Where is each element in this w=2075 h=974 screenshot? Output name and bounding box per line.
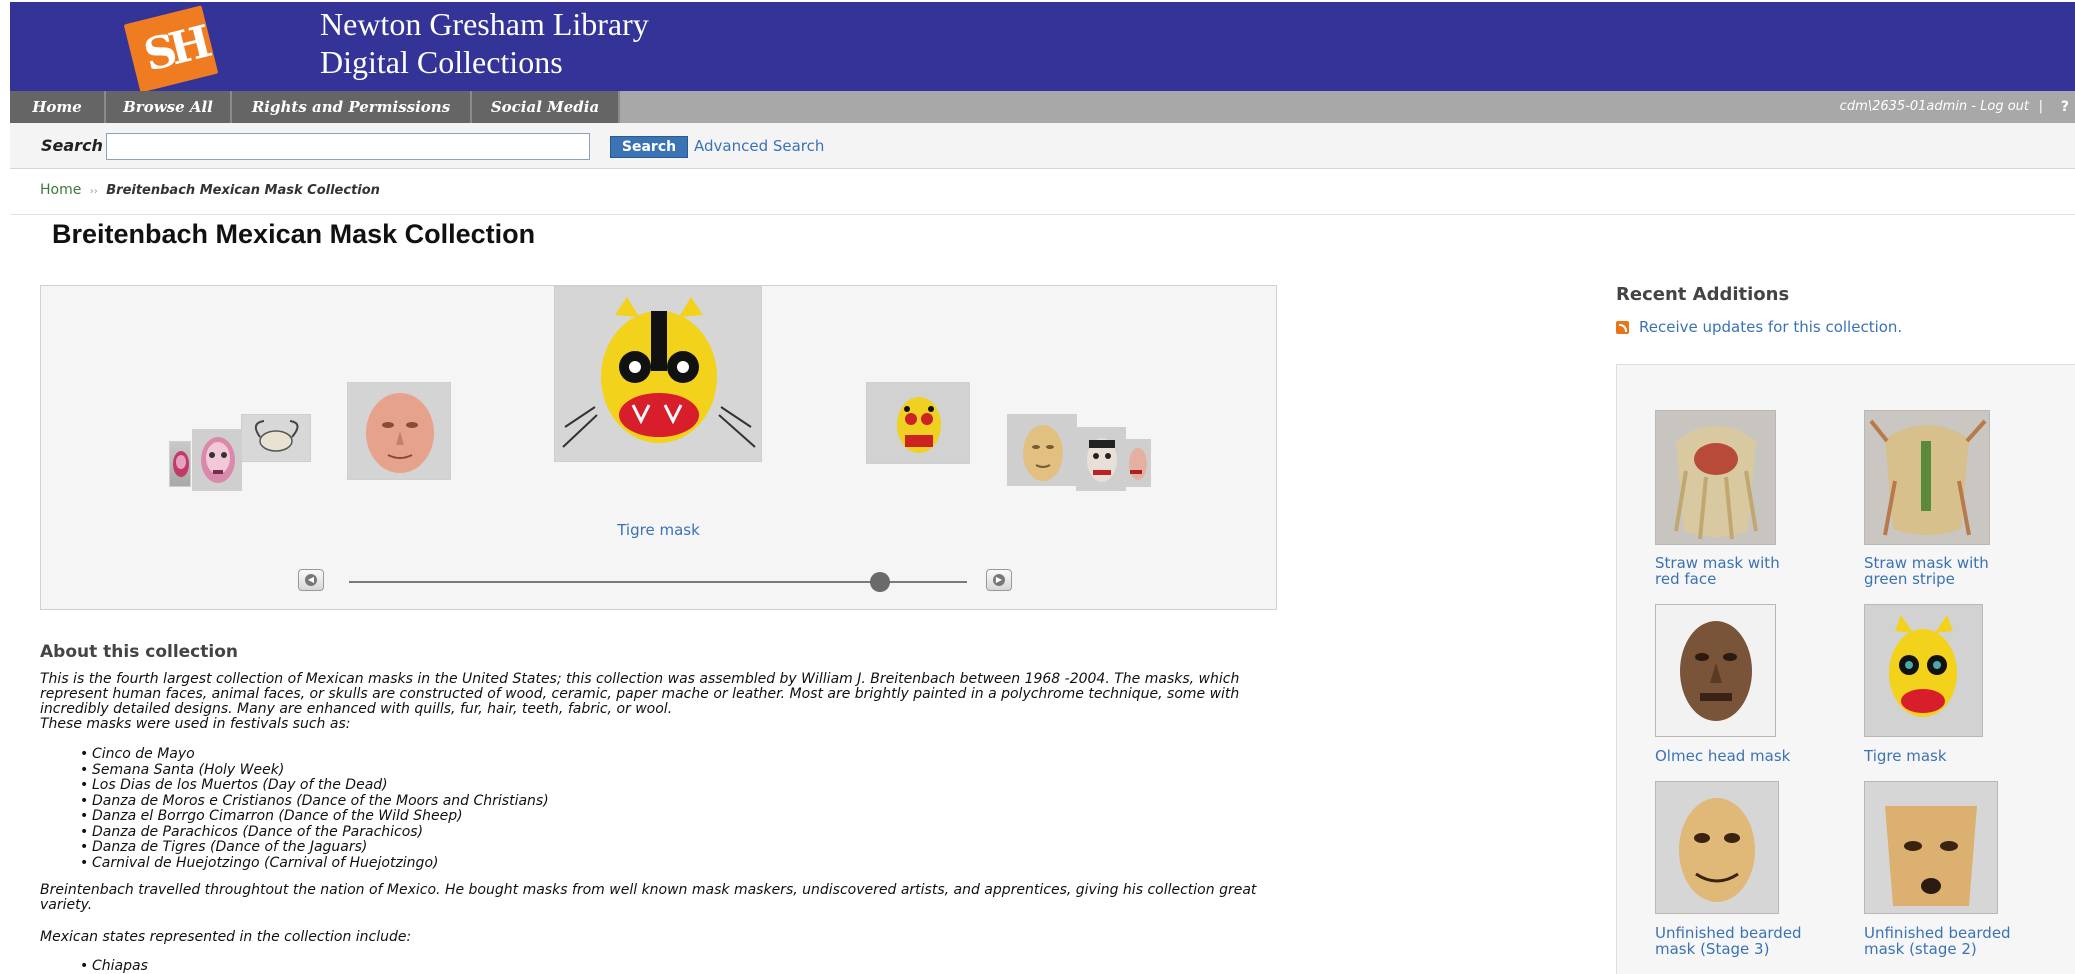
- search-input[interactable]: [106, 133, 590, 160]
- carousel-mask-thumb[interactable]: [241, 414, 311, 462]
- states-list: Chiapas: [80, 958, 148, 974]
- recent-item-thumbnail[interactable]: [1864, 781, 1998, 914]
- help-link[interactable]: ?: [2061, 91, 2069, 123]
- recent-item-caption[interactable]: Olmec head mask: [1655, 748, 1805, 764]
- page-title: Breitenbach Mexican Mask Collection: [52, 219, 536, 249]
- site-title-line1: Newton Gresham Library: [320, 6, 649, 42]
- right-arrow-circle-icon: ▶: [993, 574, 1005, 586]
- recent-item-caption[interactable]: Unfinished bearded mask (Stage 3): [1655, 925, 1805, 957]
- list-item: Chiapas: [80, 958, 148, 974]
- nav-separator: |: [2038, 99, 2043, 114]
- recent-item-thumbnail[interactable]: [1864, 410, 1990, 545]
- about-intro-text: This is the fourth largest collection of…: [40, 671, 1240, 717]
- recent-item-thumbnail[interactable]: [1655, 604, 1776, 737]
- carousel-mask-thumb[interactable]: [1007, 414, 1077, 486]
- breadcrumb: Home ›› Breitenbach Mexican Mask Collect…: [40, 182, 380, 198]
- user-logout-link[interactable]: cdm\2635-01admin - Log out: [1840, 91, 2029, 123]
- list-item: Danza de Tigres (Dance of the Jaguars): [80, 839, 549, 856]
- list-item: Danza de Moros e Cristianos (Dance of th…: [80, 793, 549, 810]
- search-bar: Search Search Advanced Search: [10, 123, 2075, 169]
- carousel-prev-button[interactable]: ◀: [298, 569, 324, 591]
- advanced-search-link[interactable]: Advanced Search: [694, 137, 824, 155]
- main-nav: Home Browse All Rights and Permissions S…: [10, 91, 2075, 123]
- recent-item-thumbnail[interactable]: [1655, 781, 1779, 914]
- image-carousel: Tigre mask ◀ ▶: [40, 285, 1277, 610]
- search-button[interactable]: Search: [610, 136, 688, 158]
- festival-list: Cinco de Mayo Semana Santa (Holy Week) L…: [80, 746, 549, 872]
- list-item: Carnival de Huejotzingo (Carnival of Hue…: [80, 855, 549, 872]
- list-item: Danza el Borrgo Cimarron (Dance of the W…: [80, 808, 549, 825]
- library-logo[interactable]: SH: [123, 5, 223, 93]
- recent-item-caption[interactable]: Unfinished bearded mask (stage 2): [1864, 925, 2014, 957]
- search-label: Search: [41, 136, 103, 155]
- breadcrumb-separator: ››: [89, 186, 98, 197]
- carousel-mask-thumb[interactable]: [866, 382, 970, 464]
- nav-rights-permissions[interactable]: Rights and Permissions: [232, 91, 472, 123]
- rss-subscribe-link[interactable]: Receive updates for this collection.: [1639, 318, 1902, 336]
- divider: [10, 214, 2075, 215]
- recent-item-caption[interactable]: Tigre mask: [1864, 748, 2014, 764]
- recent-item-thumbnail[interactable]: [1655, 410, 1776, 545]
- about-intro: This is the fourth largest collection of…: [40, 672, 1285, 732]
- carousel-caption[interactable]: Tigre mask: [41, 521, 1276, 539]
- recent-additions-grid: Straw mask with red face Straw mask with…: [1616, 364, 2075, 974]
- carousel-mask-thumb[interactable]: [347, 382, 451, 480]
- list-item: Danza de Parachicos (Dance of the Parach…: [80, 824, 549, 841]
- nav-social-media[interactable]: Social Media: [472, 91, 620, 123]
- list-item: Cinco de Mayo: [80, 746, 549, 763]
- recent-additions-heading: Recent Additions: [1616, 284, 1790, 305]
- recent-item-caption[interactable]: Straw mask with red face: [1655, 555, 1805, 587]
- nav-browse-all[interactable]: Browse All: [106, 91, 232, 123]
- about-heading: About this collection: [40, 642, 238, 662]
- about-festivals-intro: These masks were used in festivals such …: [40, 716, 351, 732]
- carousel-next-button[interactable]: ▶: [986, 569, 1012, 591]
- carousel-slider-handle[interactable]: [870, 572, 891, 592]
- nav-home[interactable]: Home: [10, 91, 106, 123]
- carousel-mask-thumb[interactable]: [1125, 439, 1151, 487]
- site-header: SH Newton Gresham Library Digital Collec…: [10, 2, 2075, 93]
- app: SH Newton Gresham Library Digital Collec…: [0, 0, 2075, 974]
- recent-item-thumbnail[interactable]: [1864, 604, 1983, 737]
- site-title-line2: Digital Collections: [320, 44, 563, 80]
- breadcrumb-current: Breitenbach Mexican Mask Collection: [106, 183, 380, 198]
- about-travel-text: Breintenbach travelled throughtout the n…: [40, 882, 1257, 913]
- carousel-mask-thumb[interactable]: [1076, 427, 1126, 491]
- breadcrumb-home[interactable]: Home: [40, 182, 81, 198]
- recent-item-caption[interactable]: Straw mask with green stripe: [1864, 555, 2014, 587]
- rss-icon: [1616, 321, 1629, 334]
- carousel-mask-thumb[interactable]: [192, 429, 242, 491]
- left-arrow-circle-icon: ◀: [305, 574, 317, 586]
- list-item: Los Dias de los Muertos (Day of the Dead…: [80, 777, 549, 794]
- list-item: Semana Santa (Holy Week): [80, 762, 549, 779]
- carousel-mask-thumb[interactable]: [169, 441, 191, 487]
- carousel-main-image[interactable]: [554, 286, 762, 462]
- about-states-intro: Mexican states represented in the collec…: [40, 929, 412, 945]
